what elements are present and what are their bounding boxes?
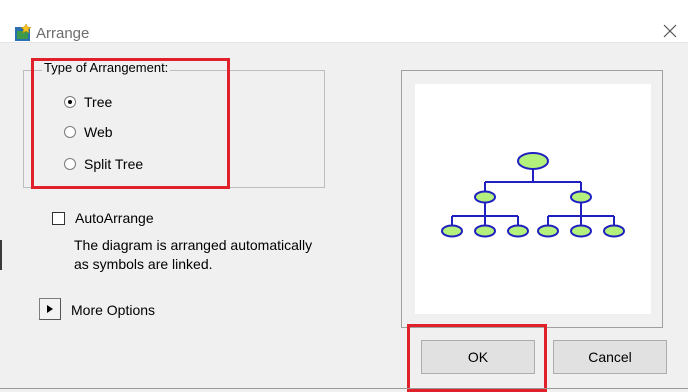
title-bar: Arrange <box>0 0 688 43</box>
autoarrange-checkbox[interactable] <box>52 211 65 225</box>
more-options-button[interactable] <box>39 298 61 320</box>
autoarrange-description-1: The diagram is arranged automatically <box>74 237 313 253</box>
window-bottom-border <box>0 388 688 389</box>
arrange-app-icon <box>15 24 32 41</box>
autoarrange-label: AutoArrange <box>75 210 154 226</box>
more-options-label: More Options <box>71 302 156 318</box>
close-icon[interactable] <box>660 21 680 41</box>
window-title: Arrange <box>36 25 90 42</box>
cancel-button[interactable]: Cancel <box>553 340 667 374</box>
highlight-arrangement <box>31 58 230 189</box>
window-edge <box>0 240 2 270</box>
autoarrange-checkbox-row[interactable]: AutoArrange <box>52 210 154 226</box>
play-arrow-icon <box>47 305 53 313</box>
tree-diagram-icon <box>441 152 625 238</box>
highlight-ok <box>407 324 547 392</box>
autoarrange-description-2: as symbols are linked. <box>74 256 213 272</box>
arrangement-preview <box>415 84 651 314</box>
